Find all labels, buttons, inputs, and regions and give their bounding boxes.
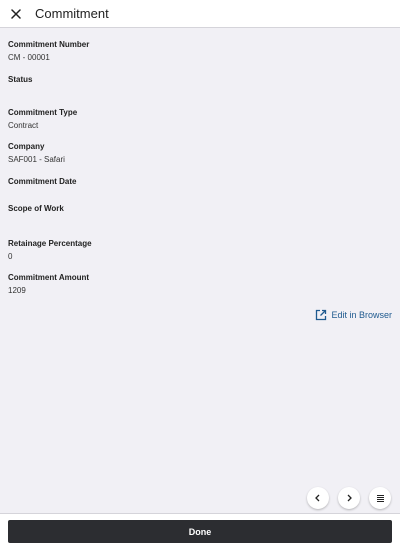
field-label: Commitment Date — [8, 177, 77, 186]
field-value: 0 — [8, 252, 13, 261]
field-label: Status — [8, 75, 33, 84]
page-title: Commitment — [35, 6, 109, 21]
field-label: Commitment Amount — [8, 273, 90, 282]
edit-in-browser-label: Edit in Browser — [331, 310, 392, 320]
field-status: Status — [8, 75, 32, 88]
field-value: 1209 — [8, 286, 26, 295]
field-commitment-number: Commitment Number CM - 00001 — [8, 40, 89, 63]
field-company: Company SAF001 - Safari — [8, 142, 65, 165]
chevron-left-icon — [315, 494, 320, 502]
field-retainage-percentage: Retainage Percentage 0 — [8, 239, 92, 262]
previous-button[interactable] — [307, 487, 329, 509]
close-button[interactable] — [8, 6, 24, 22]
field-label: Scope of Work — [8, 204, 64, 213]
field-commitment-amount: Commitment Amount 1209 — [8, 273, 89, 296]
field-label: Company — [8, 142, 45, 151]
field-commitment-type: Commitment Type Contract — [8, 108, 77, 131]
done-button[interactable]: Done — [8, 520, 392, 543]
field-label: Commitment Number — [8, 40, 90, 49]
field-scope-of-work: Scope of Work — [8, 204, 64, 217]
field-value: CM - 00001 — [8, 53, 50, 62]
field-commitment-date: Commitment Date — [8, 177, 76, 190]
field-label: Commitment Type — [8, 108, 78, 117]
external-link-icon — [316, 309, 327, 321]
field-value: Contract — [8, 121, 39, 130]
app-header: Commitment — [0, 0, 400, 28]
chevron-right-icon — [347, 494, 352, 502]
field-value: SAF001 - Safari — [8, 155, 65, 164]
list-icon — [376, 494, 384, 502]
field-label: Retainage Percentage — [8, 239, 92, 248]
footer-bar: Done — [0, 513, 400, 551]
edit-in-browser-link[interactable]: Edit in Browser — [315, 309, 392, 321]
next-button[interactable] — [338, 487, 360, 509]
menu-button[interactable] — [369, 487, 391, 509]
close-icon — [11, 8, 21, 19]
